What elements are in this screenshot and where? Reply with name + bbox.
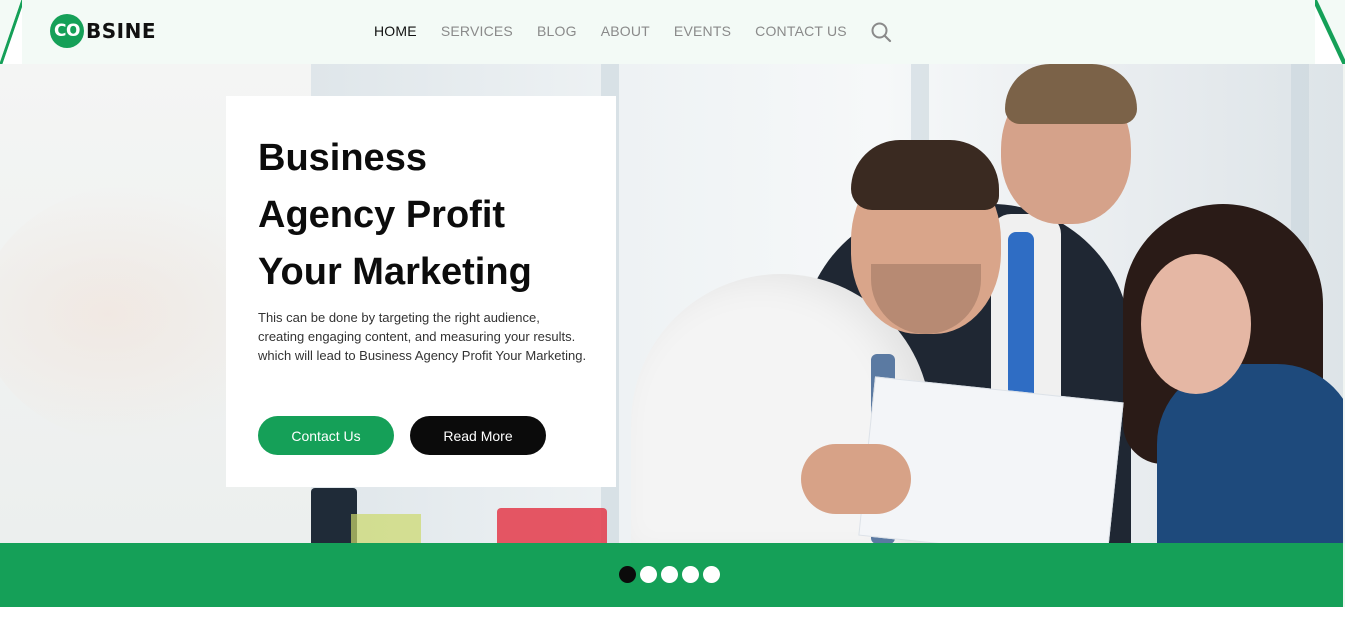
nav-item-services[interactable]: SERVICES — [441, 22, 513, 40]
contact-us-button[interactable]: Contact Us — [258, 416, 394, 455]
hero-section — [0, 64, 1345, 543]
read-more-button[interactable]: Read More — [410, 416, 546, 455]
slider-dot-5[interactable] — [703, 566, 720, 583]
office-desk — [351, 514, 421, 543]
header-right-accent — [1315, 0, 1345, 64]
hero-title-line: Your Marketing — [258, 251, 532, 293]
nav-item-contact-us[interactable]: CONTACT US — [755, 22, 847, 40]
logo-mark: CO — [50, 14, 84, 48]
hero-card: Business Agency Profit Your Marketing Th… — [226, 96, 616, 487]
hero-title-line: Agency Profit — [258, 194, 506, 236]
man-in-suit-hair — [1005, 64, 1137, 124]
nav-item-blog[interactable]: BLOG — [537, 22, 577, 40]
slider-dots — [619, 566, 724, 583]
hero-description: This can be done by targeting the right … — [258, 310, 587, 363]
hero-title-line: Business — [258, 137, 427, 179]
nav-item-events[interactable]: EVENTS — [674, 22, 731, 40]
site-header: CO BSINE HOME SERVICES BLOG ABOUT EVENTS… — [0, 0, 1345, 64]
hand — [801, 444, 911, 514]
nav-item-home[interactable]: HOME — [374, 22, 417, 40]
header-left-accent — [0, 0, 22, 64]
nav-item-about[interactable]: ABOUT — [601, 22, 650, 40]
slider-dot-3[interactable] — [661, 566, 678, 583]
slider-dot-4[interactable] — [682, 566, 699, 583]
woman-face — [1141, 254, 1251, 394]
main-nav: HOME SERVICES BLOG ABOUT EVENTS CONTACT … — [374, 22, 871, 40]
logo-text: BSINE — [86, 19, 156, 43]
young-man-hair — [851, 140, 999, 210]
red-chair — [497, 508, 607, 543]
slider-dot-2[interactable] — [640, 566, 657, 583]
search-icon[interactable] — [870, 21, 892, 43]
slider-dot-1[interactable] — [619, 566, 636, 583]
hero-title: Business Agency Profit Your Marketing — [258, 130, 598, 301]
site-logo[interactable]: CO BSINE — [50, 14, 156, 48]
